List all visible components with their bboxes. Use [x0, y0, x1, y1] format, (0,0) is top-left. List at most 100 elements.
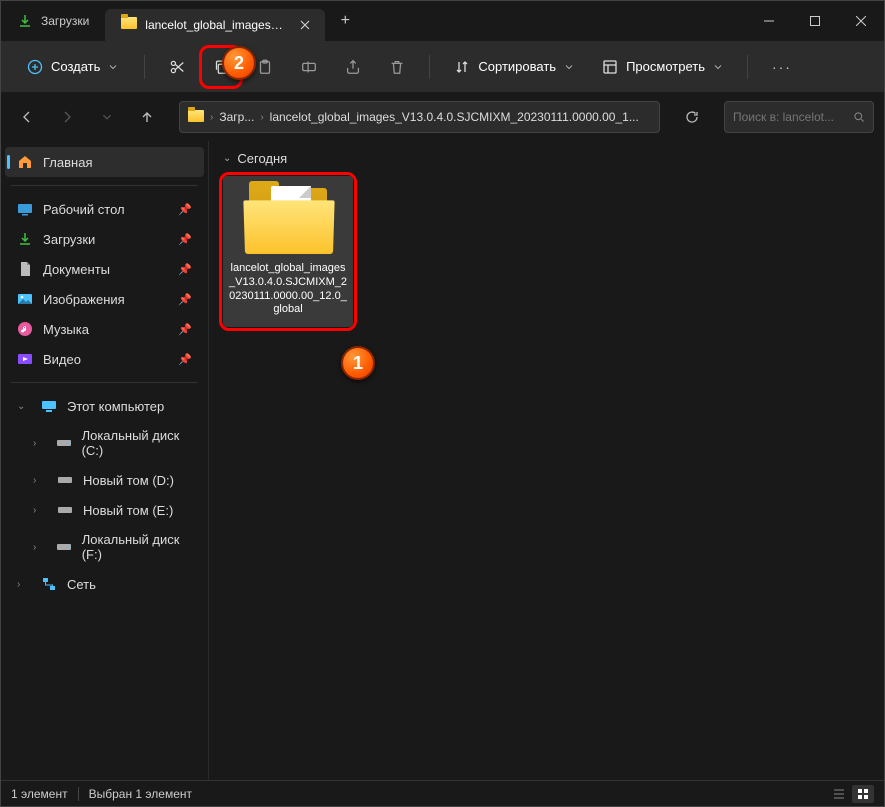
file-item-folder[interactable]: lancelot_global_images_V13.0.4.0.SJCMIXM… [223, 176, 353, 327]
tiles-view-button[interactable] [852, 785, 874, 803]
chevron-right-icon[interactable]: › [33, 438, 46, 449]
drive-icon [56, 435, 72, 451]
sidebar-item-label: Локальный диск (C:) [82, 428, 192, 458]
refresh-button[interactable] [674, 101, 710, 133]
copy-button[interactable] [203, 49, 239, 85]
sidebar-item-documents[interactable]: Документы 📌 [5, 254, 204, 284]
nav-row: › Загр... › lancelot_global_images_V13.0… [1, 93, 884, 141]
rename-button[interactable] [291, 49, 327, 85]
sidebar-item-desktop[interactable]: Рабочий стол 📌 [5, 194, 204, 224]
sidebar-item-thispc[interactable]: ⌄ Этот компьютер [5, 391, 204, 421]
sidebar-item-videos[interactable]: Видео 📌 [5, 344, 204, 374]
sidebar-item-label: Новый том (D:) [83, 473, 174, 488]
rename-icon [300, 58, 318, 76]
view-icon [602, 59, 618, 75]
pin-icon: 📌 [178, 293, 192, 306]
folder-icon [188, 110, 204, 125]
breadcrumb[interactable]: Загр... [219, 110, 254, 124]
sidebar-item-pictures[interactable]: Изображения 📌 [5, 284, 204, 314]
back-button[interactable] [11, 101, 43, 133]
delete-button[interactable] [379, 49, 415, 85]
sidebar-item-label: Сеть [67, 577, 96, 592]
search-input[interactable] [733, 110, 847, 124]
share-button[interactable] [335, 49, 371, 85]
copy-icon [212, 58, 230, 76]
tab-active[interactable]: lancelot_global_images_V13.0 [105, 9, 325, 41]
close-icon[interactable] [297, 17, 313, 33]
trash-icon [388, 58, 406, 76]
chevron-right-icon[interactable]: › [33, 505, 47, 516]
chevron-down-icon [101, 111, 113, 123]
explorer-window: Загрузки lancelot_global_images_V13.0 + … [0, 0, 885, 807]
tab-downloads[interactable]: Загрузки [1, 1, 105, 41]
arrow-left-icon [20, 110, 34, 124]
minimize-button[interactable] [746, 1, 792, 41]
search-icon [853, 110, 865, 124]
status-selected: Выбран 1 элемент [89, 787, 192, 801]
group-header[interactable]: ⌄ Сегодня [223, 151, 870, 166]
chevron-down-icon[interactable]: ⌄ [17, 401, 31, 412]
pin-icon: 📌 [178, 203, 192, 216]
breadcrumb[interactable]: lancelot_global_images_V13.0.4.0.SJCMIXM… [270, 110, 639, 124]
address-bar[interactable]: › Загр... › lancelot_global_images_V13.0… [179, 101, 660, 133]
chevron-down-icon [713, 62, 723, 72]
sidebar-item-label: Рабочий стол [43, 202, 125, 217]
view-label: Просмотреть [626, 59, 705, 74]
video-icon [17, 351, 33, 367]
separator [78, 787, 79, 801]
pictures-icon [17, 291, 33, 307]
new-tab-button[interactable]: + [325, 1, 365, 41]
recent-button[interactable] [91, 101, 123, 133]
paste-icon [256, 58, 274, 76]
sidebar-item-drive-e[interactable]: › Новый том (E:) [5, 495, 204, 525]
create-button[interactable]: Создать [15, 53, 130, 81]
close-button[interactable] [838, 1, 884, 41]
statusbar: 1 элемент Выбран 1 элемент [1, 780, 884, 806]
network-icon [41, 576, 57, 592]
file-grid: lancelot_global_images_V13.0.4.0.SJCMIXM… [223, 176, 870, 327]
drive-icon [57, 472, 73, 488]
sidebar-item-drive-d[interactable]: › Новый том (D:) [5, 465, 204, 495]
forward-button[interactable] [51, 101, 83, 133]
search-box[interactable] [724, 101, 874, 133]
sidebar-item-label: Документы [43, 262, 110, 277]
sidebar-item-music[interactable]: Музыка 📌 [5, 314, 204, 344]
sidebar-item-network[interactable]: › Сеть [5, 569, 204, 599]
create-label: Создать [51, 59, 100, 74]
tab-strip: Загрузки lancelot_global_images_V13.0 + [1, 1, 365, 41]
view-toggle [828, 785, 874, 803]
separator [747, 55, 748, 79]
pin-icon: 📌 [178, 323, 192, 336]
separator [144, 55, 145, 79]
sidebar-item-drive-c[interactable]: › Локальный диск (C:) [5, 421, 204, 465]
up-button[interactable] [131, 101, 163, 133]
sidebar-item-home[interactable]: Главная [5, 147, 204, 177]
sidebar-item-label: Главная [43, 155, 92, 170]
pin-icon: 📌 [178, 263, 192, 276]
cut-button[interactable] [159, 49, 195, 85]
chevron-right-icon[interactable]: › [33, 475, 47, 486]
more-button[interactable]: ··· [762, 53, 802, 81]
download-icon [17, 231, 33, 247]
scissors-icon [168, 58, 186, 76]
content-pane[interactable]: ⌄ Сегодня lancelot_global_images_V13.0.4… [209, 141, 884, 780]
view-button[interactable]: Просмотреть [592, 53, 733, 81]
paste-button[interactable] [247, 49, 283, 85]
maximize-button[interactable] [792, 1, 838, 41]
arrow-right-icon [60, 110, 74, 124]
chevron-right-icon[interactable]: › [33, 542, 46, 553]
sidebar-item-drive-f[interactable]: › Локальный диск (F:) [5, 525, 204, 569]
body: Главная Рабочий стол 📌 Загрузки 📌 Докуме… [1, 141, 884, 780]
share-icon [344, 58, 362, 76]
details-view-button[interactable] [828, 785, 850, 803]
sort-icon [454, 59, 470, 75]
chevron-right-icon[interactable]: › [17, 579, 31, 590]
sort-button[interactable]: Сортировать [444, 53, 584, 81]
home-icon [17, 154, 33, 170]
sidebar-item-downloads[interactable]: Загрузки 📌 [5, 224, 204, 254]
refresh-icon [684, 109, 700, 125]
toolbar: Создать Сортировать П [1, 41, 884, 93]
separator [11, 382, 198, 383]
drive-icon [56, 539, 72, 555]
chevron-down-icon [108, 62, 118, 72]
